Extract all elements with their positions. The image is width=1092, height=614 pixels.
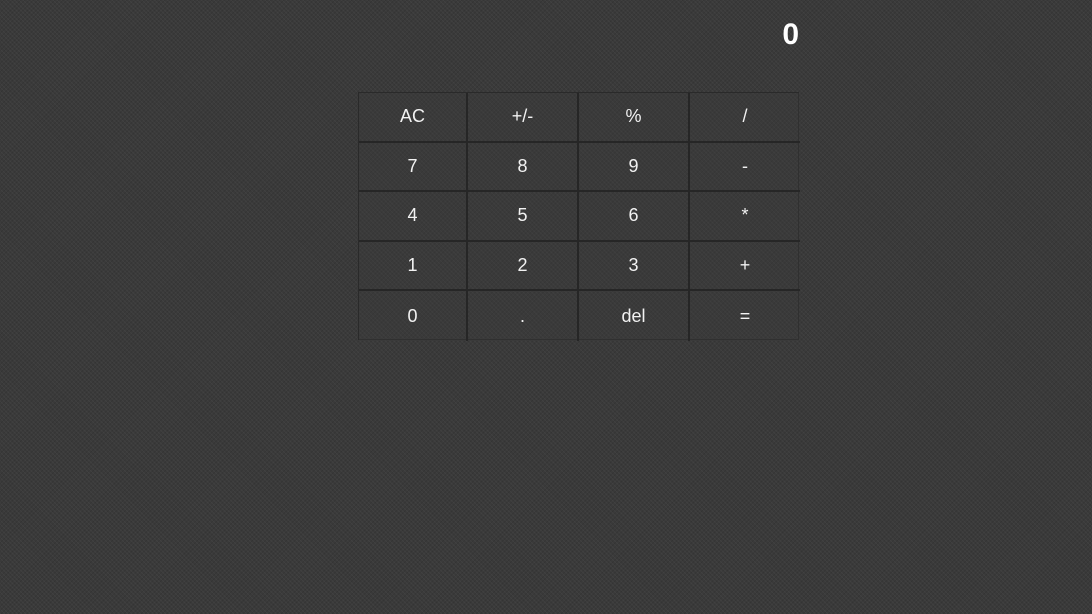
digit-7-button[interactable]: 7 (359, 142, 468, 193)
digit-8-button[interactable]: 8 (468, 142, 579, 193)
digit-3-button[interactable]: 3 (579, 241, 690, 292)
divide-button[interactable]: / (690, 93, 800, 143)
keypad: AC +/- % / 7 8 9 - 4 5 6 * 1 2 3 + 0 . d… (358, 92, 800, 341)
digit-0-button[interactable]: 0 (359, 291, 468, 341)
digit-2-button[interactable]: 2 (468, 241, 579, 292)
digit-9-button[interactable]: 9 (579, 142, 690, 193)
subtract-button[interactable]: - (690, 142, 800, 193)
display-value: 0 (782, 18, 799, 51)
equals-button[interactable]: = (690, 291, 800, 341)
add-button[interactable]: + (690, 241, 800, 292)
digit-6-button[interactable]: 6 (579, 192, 690, 242)
toggle-sign-button[interactable]: +/- (468, 93, 579, 143)
percent-button[interactable]: % (579, 93, 690, 143)
decimal-button[interactable]: . (468, 291, 579, 341)
delete-button[interactable]: del (579, 291, 690, 341)
digit-4-button[interactable]: 4 (359, 192, 468, 242)
calculator: 0 AC +/- % / 7 8 9 - 4 5 6 * 1 2 3 + 0 .… (358, 0, 800, 341)
digit-5-button[interactable]: 5 (468, 192, 579, 242)
clear-button[interactable]: AC (359, 93, 468, 143)
multiply-button[interactable]: * (690, 192, 800, 242)
digit-1-button[interactable]: 1 (359, 241, 468, 292)
